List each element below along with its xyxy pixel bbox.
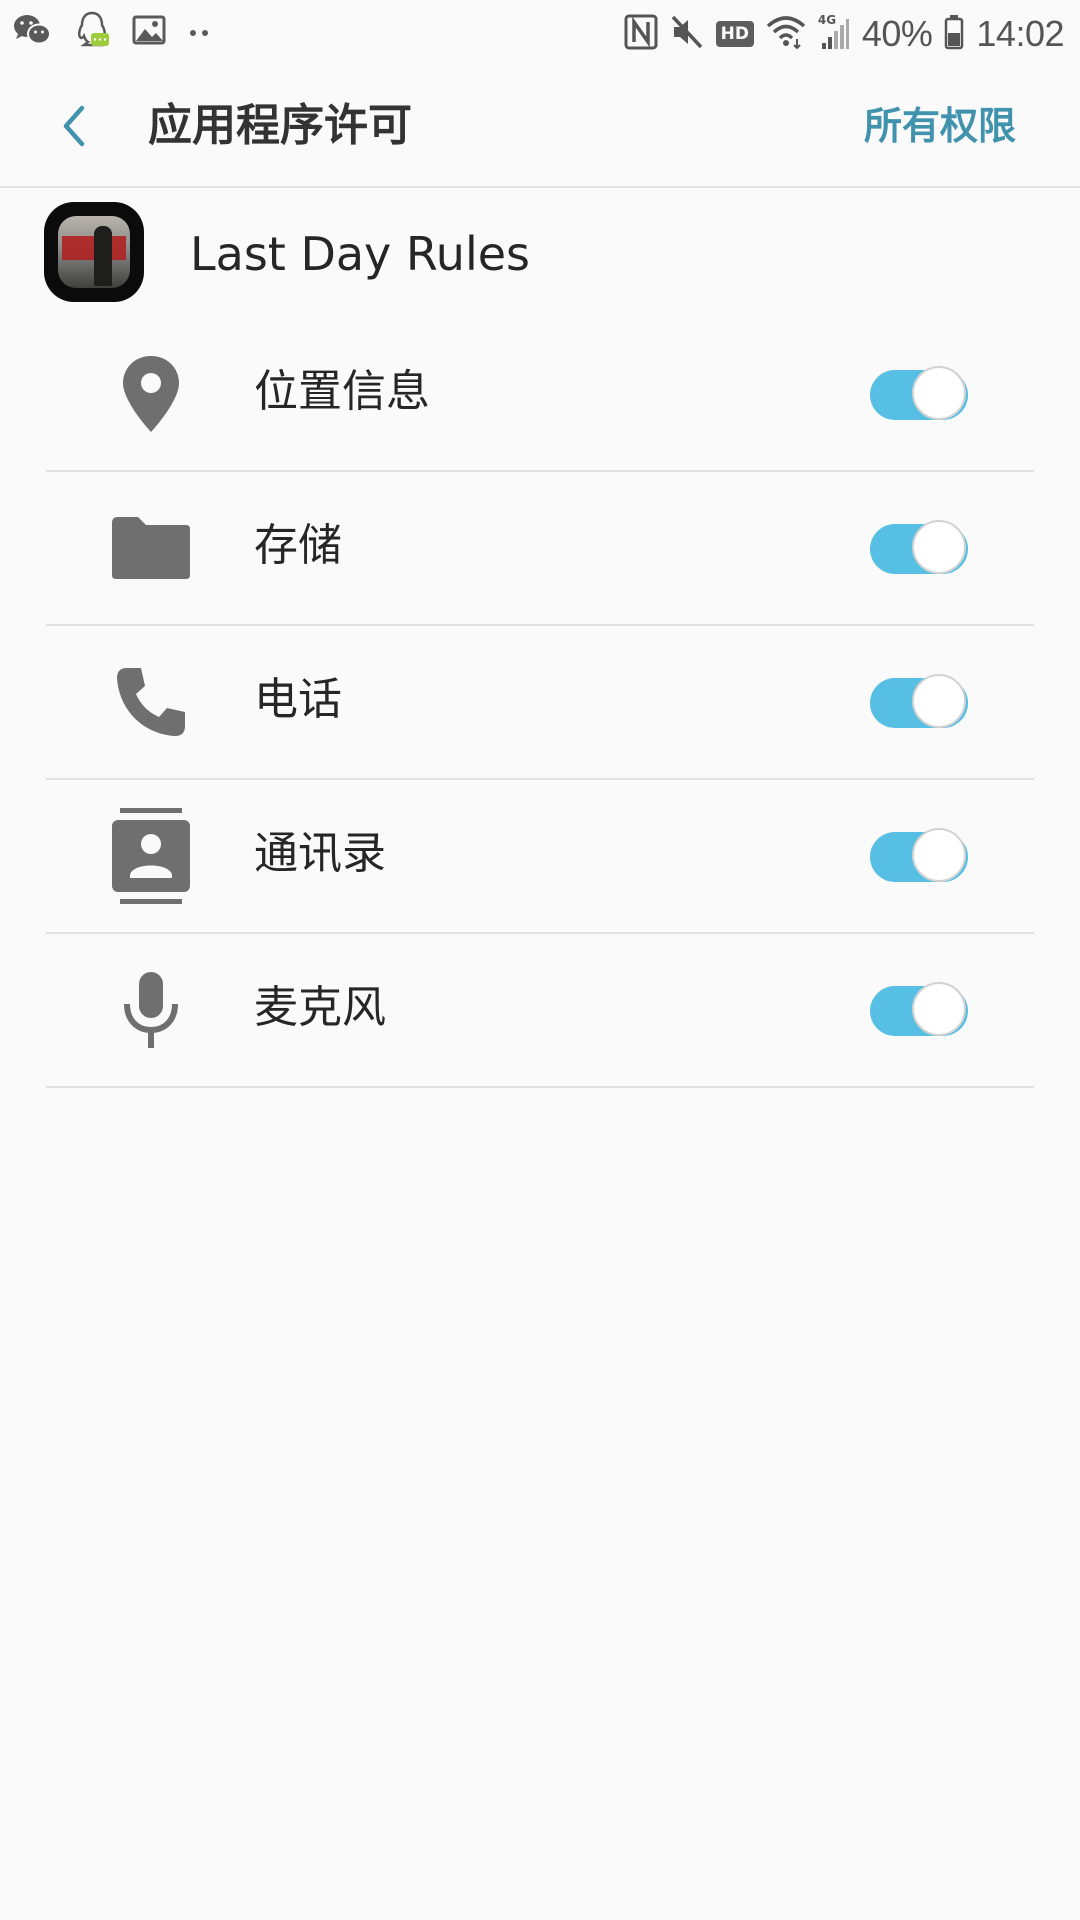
phone-icon [106, 662, 196, 742]
notification-icons [12, 10, 234, 54]
location-pin-icon [106, 354, 196, 434]
signal-icon: 4G [818, 13, 850, 51]
location-toggle[interactable] [870, 366, 968, 424]
toggle-thumb [912, 366, 966, 420]
permission-label: 通讯录 [254, 828, 386, 879]
hd-icon: HD [715, 21, 754, 47]
system-status-icons: HD 4G 40% 14:02 [612, 12, 1064, 56]
app-bar: 应用程序许可 所有权限 [0, 66, 1080, 188]
more-notifications-icon [188, 23, 212, 42]
permission-row-phone: 电话 [0, 626, 1080, 780]
permission-label: 电话 [254, 674, 342, 725]
wechat-icon [12, 12, 52, 52]
contacts-icon [106, 808, 196, 904]
wifi-icon [766, 15, 806, 53]
phone-toggle[interactable] [870, 674, 968, 732]
page-title: 应用程序许可 [148, 100, 412, 151]
permission-row-microphone: 麦克风 [0, 934, 1080, 1088]
storage-toggle[interactable] [870, 520, 968, 578]
toggle-thumb [912, 674, 966, 728]
microphone-toggle[interactable] [870, 982, 968, 1040]
contacts-toggle[interactable] [870, 828, 968, 886]
clock: 14:02 [976, 13, 1064, 54]
nfc-icon [624, 14, 658, 54]
toggle-thumb [912, 520, 966, 574]
qq-icon [74, 10, 110, 54]
chevron-left-icon [63, 105, 85, 147]
battery-percent: 40% [861, 13, 933, 54]
toggle-thumb [912, 828, 966, 882]
app-icon [44, 202, 144, 302]
app-name: Last Day Rules [190, 227, 530, 281]
app-icon-artwork [58, 216, 130, 288]
mute-icon [670, 14, 704, 54]
all-permissions-button[interactable]: 所有权限 [864, 96, 1016, 156]
toggle-thumb [912, 982, 966, 1036]
battery-icon [944, 14, 964, 54]
gallery-icon [132, 14, 166, 50]
app-info-row: Last Day Rules [0, 188, 1080, 318]
status-bar: HD 4G 40% 14:02 [0, 0, 1080, 66]
permission-label: 存储 [254, 520, 342, 571]
permission-list: 位置信息 存储 电话 通讯录 麦克风 [0, 318, 1080, 1088]
permission-label: 位置信息 [254, 366, 430, 417]
folder-icon [106, 508, 196, 588]
permission-row-location: 位置信息 [0, 318, 1080, 472]
microphone-icon [106, 970, 196, 1050]
back-button[interactable] [46, 98, 102, 154]
permission-label: 麦克风 [254, 982, 386, 1033]
permission-row-storage: 存储 [0, 472, 1080, 626]
permission-row-contacts: 通讯录 [0, 780, 1080, 934]
